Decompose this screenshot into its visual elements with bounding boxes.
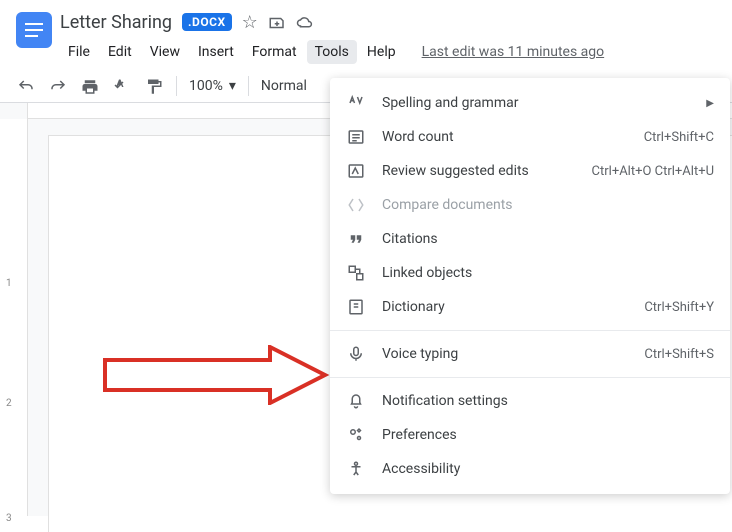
voice-icon: [346, 345, 366, 363]
toolbar-separator: [176, 76, 177, 96]
dictionary-icon: [346, 298, 366, 316]
menu-separator: [330, 330, 730, 331]
undo-icon[interactable]: [16, 76, 36, 96]
cloud-icon[interactable]: [296, 12, 314, 33]
tools-notifications-label: Notification settings: [382, 393, 714, 409]
menu-edit[interactable]: Edit: [100, 40, 140, 64]
linked-icon: [346, 264, 366, 282]
menu-view[interactable]: View: [142, 40, 188, 64]
tools-compare: Compare documents: [330, 188, 730, 222]
tools-citations-label: Citations: [382, 231, 714, 247]
shortcut-text: Ctrl+Shift+C: [644, 130, 714, 145]
tools-dictionary[interactable]: Dictionary Ctrl+Shift+Y: [330, 290, 730, 324]
docs-logo[interactable]: [16, 12, 52, 48]
review-icon: [346, 162, 366, 180]
menu-tools[interactable]: Tools: [307, 40, 357, 64]
menu-file[interactable]: File: [60, 40, 98, 64]
tools-voice-typing[interactable]: Voice typing Ctrl+Shift+S: [330, 337, 730, 371]
preferences-icon: [346, 426, 366, 444]
tools-preferences-label: Preferences: [382, 427, 714, 443]
tools-voice-label: Voice typing: [382, 346, 628, 362]
menu-format[interactable]: Format: [244, 40, 305, 64]
tools-compare-label: Compare documents: [382, 197, 714, 213]
star-icon[interactable]: ☆: [242, 12, 258, 33]
last-edit-link[interactable]: Last edit was 11 minutes ago: [422, 44, 605, 60]
tools-spelling[interactable]: Spelling and grammar ▶: [330, 86, 730, 120]
compare-icon: [346, 196, 366, 214]
spellcheck-icon[interactable]: [112, 76, 132, 96]
submenu-arrow-icon: ▶: [706, 98, 714, 109]
style-dropdown[interactable]: Normal: [261, 78, 307, 94]
tools-review-edits[interactable]: Review suggested edits Ctrl+Alt+O Ctrl+A…: [330, 154, 730, 188]
tools-dropdown: Spelling and grammar ▶ Word count Ctrl+S…: [330, 78, 730, 494]
tools-citations[interactable]: Citations: [330, 222, 730, 256]
zoom-dropdown[interactable]: 100% ▾: [189, 78, 236, 94]
tools-review-label: Review suggested edits: [382, 163, 576, 179]
vertical-ruler: 1 2 3: [0, 103, 28, 516]
tools-word-count[interactable]: Word count Ctrl+Shift+C: [330, 120, 730, 154]
docx-badge: .DOCX: [182, 13, 232, 31]
tools-dictionary-label: Dictionary: [382, 299, 628, 315]
tools-word-count-label: Word count: [382, 129, 628, 145]
accessibility-icon: [346, 460, 366, 478]
toolbar-separator: [248, 76, 249, 96]
tools-notifications[interactable]: Notification settings: [330, 384, 730, 418]
move-icon[interactable]: [268, 12, 286, 33]
tools-accessibility-label: Accessibility: [382, 461, 714, 477]
shortcut-text: Ctrl+Alt+O Ctrl+Alt+U: [592, 164, 714, 179]
tools-linked-label: Linked objects: [382, 265, 714, 281]
redo-icon[interactable]: [48, 76, 68, 96]
menu-help[interactable]: Help: [359, 40, 404, 64]
bell-icon: [346, 392, 366, 410]
tools-linked-objects[interactable]: Linked objects: [330, 256, 730, 290]
word-count-icon: [346, 128, 366, 146]
tools-accessibility[interactable]: Accessibility: [330, 452, 730, 486]
shortcut-text: Ctrl+Shift+Y: [644, 300, 714, 315]
print-icon[interactable]: [80, 76, 100, 96]
tools-spelling-label: Spelling and grammar: [382, 95, 690, 111]
chevron-down-icon: ▾: [229, 78, 236, 94]
document-title[interactable]: Letter Sharing: [60, 12, 172, 33]
spelling-icon: [346, 94, 366, 112]
paint-format-icon[interactable]: [144, 76, 164, 96]
citations-icon: [346, 230, 366, 248]
tools-preferences[interactable]: Preferences: [330, 418, 730, 452]
menu-separator: [330, 377, 730, 378]
menu-insert[interactable]: Insert: [190, 40, 242, 64]
shortcut-text: Ctrl+Shift+S: [644, 347, 714, 362]
